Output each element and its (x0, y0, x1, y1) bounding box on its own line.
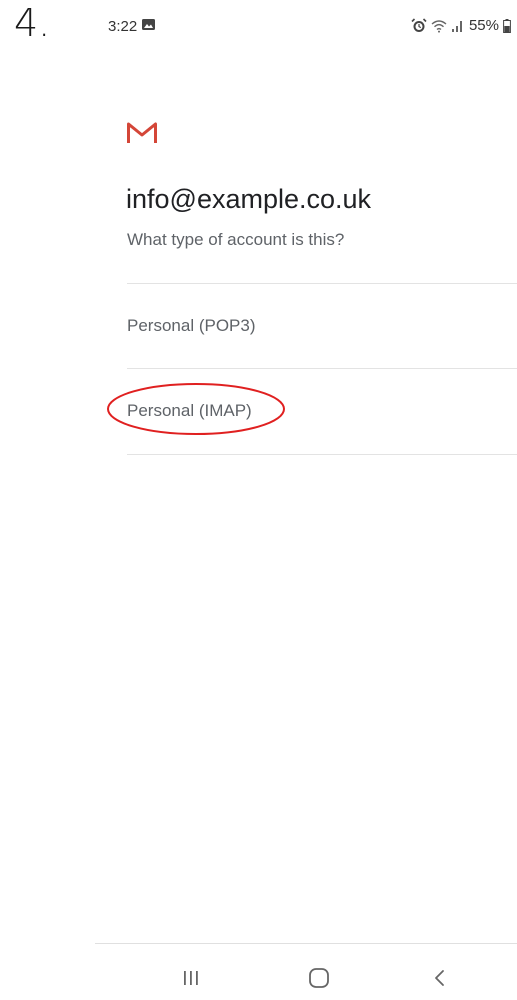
option-personal-imap[interactable]: Personal (IMAP) (127, 369, 517, 453)
recents-icon (184, 971, 198, 985)
status-time: 3:22 (108, 18, 138, 35)
status-icons: 55% (411, 17, 511, 34)
wifi-icon (431, 19, 447, 33)
battery-icon (503, 18, 511, 33)
back-button[interactable] (425, 965, 455, 991)
back-icon (435, 970, 444, 986)
account-email: info@example.co.uk (126, 184, 372, 214)
photo-icon (142, 19, 155, 30)
signal-icon (451, 20, 462, 32)
navigation-bar (95, 943, 517, 1000)
alarm-icon (411, 18, 427, 32)
gmail-icon (127, 122, 157, 143)
recents-button[interactable] (176, 965, 206, 991)
battery-percent: 55% (468, 17, 499, 34)
home-icon (309, 968, 329, 988)
nav-divider (95, 943, 517, 944)
divider (127, 454, 517, 455)
screenshot-page: 4. 3:22 55% info@example.co.uk What type… (0, 0, 517, 1000)
option-personal-pop3[interactable]: Personal (POP3) (127, 284, 517, 368)
status-bar: 3:22 55% (0, 0, 517, 50)
account-type-question: What type of account is this? (127, 230, 345, 249)
home-button[interactable] (304, 965, 334, 991)
